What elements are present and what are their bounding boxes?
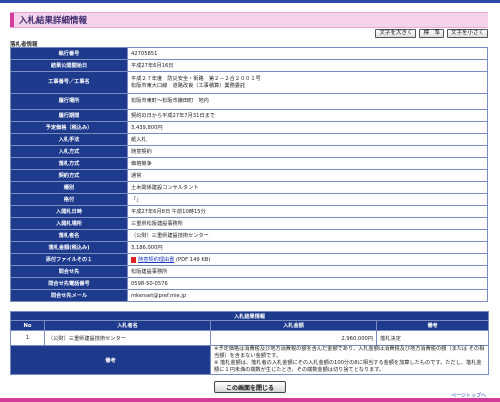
detail-value: 平成２７年度 防災安全・街路 第２－２合２００１号 松阪市東大口線 道路改良（工事… bbox=[127, 71, 488, 94]
detail-label: 問合せ先 bbox=[10, 265, 128, 278]
detail-label: 履行場所 bbox=[10, 93, 128, 110]
cell-no: 1 bbox=[10, 330, 45, 346]
detail-row: 結果公開開始日 平成27年6月16日 bbox=[10, 59, 488, 72]
detail-value: 平成27年6月16日 bbox=[127, 59, 488, 72]
detail-label: 入札方式 bbox=[10, 145, 128, 158]
detail-row: 履行場所 松阪市東町～松阪市鎌田町 地内 bbox=[10, 93, 488, 110]
detail-label: 執行番号 bbox=[10, 47, 128, 60]
detail-label: 履行期間 bbox=[10, 109, 128, 122]
detail-label: 問合せ先メール bbox=[10, 289, 128, 302]
project-number: 平成２７年度 防災安全・街路 第２－２合２００１号 bbox=[131, 75, 261, 82]
table-row: 1 （公財）三重県建設技術センター 2,960,000円 落札決定 bbox=[10, 330, 490, 346]
detail-label: 格付 bbox=[10, 193, 128, 206]
detail-row: 種別 土木関係建設コンサルタント bbox=[10, 181, 488, 194]
detail-label: 入札手法 bbox=[10, 133, 128, 146]
bid-results-table: 入札結果情報 No 入札者名 入札金額 備考 1 （公財）三重県建設技術センター… bbox=[9, 311, 490, 375]
detail-value: 契約の日から平成27年7月31日まで bbox=[127, 109, 488, 122]
detail-row: 問合せ先 松阪建設事務所 bbox=[10, 265, 488, 278]
detail-label: 落札者名 bbox=[10, 229, 128, 242]
bottom-accent-line bbox=[0, 398, 500, 402]
detail-value: 三重県松阪建設事務所 bbox=[127, 217, 488, 230]
pdf-icon bbox=[131, 256, 136, 263]
detail-value: （公財）三重県建設技術センター bbox=[127, 229, 488, 242]
detail-row: 予定価格（税込み） 3,439,800円 bbox=[10, 121, 488, 134]
detail-row: 添付ファイルその１ 随意契約理由書 (PDF 149 KB) bbox=[10, 253, 488, 266]
page-title-bar: 入札結果詳細情報 bbox=[10, 12, 488, 28]
detail-value: 通常 bbox=[127, 169, 488, 182]
detail-value: 紙入札 bbox=[127, 133, 488, 146]
detail-row: 入開札場所 三重県松阪建設事務所 bbox=[10, 217, 488, 230]
note-line: ※ 落札金額は、落札者の入札金額にその入札金額の100分の8に相当する金額を加算… bbox=[214, 360, 482, 373]
note-row: 備考 ※予定価格は消費税及び地方消費税の額を含んだ金額であり、入札金額は消費税及… bbox=[10, 345, 490, 375]
note-line: ※予定価格は消費税及び地方消費税の額を含んだ金額であり、入札金額は消費税及び地方… bbox=[214, 346, 485, 359]
detail-row: 格付 「」 bbox=[10, 193, 488, 206]
detail-value: 松阪建設事務所 bbox=[127, 265, 488, 278]
detail-label: 落札方式 bbox=[10, 157, 128, 170]
attachment-link[interactable]: 随意契約理由書 bbox=[138, 257, 174, 263]
detail-label: 工事番号／工事名 bbox=[10, 71, 128, 94]
detail-value: 松阪市東町～松阪市鎌田町 地内 bbox=[127, 93, 488, 110]
detail-value: 随意契約 bbox=[127, 145, 488, 158]
detail-value: 価格競争 bbox=[127, 157, 488, 170]
detail-value: 随意契約理由書 (PDF 149 KB) bbox=[127, 253, 488, 266]
project-name: 松阪市東大口線 道路改良（工事積算）業務委託 bbox=[131, 82, 246, 89]
detail-value: mkenset@pref.mie.jp bbox=[127, 289, 488, 302]
top-accent-line bbox=[0, 0, 500, 3]
results-header-row: No 入札者名 入札金額 備考 bbox=[10, 320, 490, 331]
col-header-amount: 入札金額 bbox=[210, 320, 377, 331]
font-smaller-button[interactable]: 文字を小さく bbox=[446, 29, 488, 38]
detail-label: 添付ファイルその１ bbox=[10, 253, 128, 266]
col-header-no: No bbox=[10, 320, 45, 331]
detail-row: 契約方式 通常 bbox=[10, 169, 488, 182]
close-window-button[interactable]: この画面を閉じる bbox=[214, 381, 286, 393]
detail-label: 入開札場所 bbox=[10, 217, 128, 230]
detail-row: 執行番号 42705851 bbox=[10, 47, 488, 60]
font-standard-button[interactable]: 標 準 bbox=[419, 29, 444, 38]
detail-row: 問合せ先電話番号 0598-50-0576 bbox=[10, 277, 488, 290]
winner-detail-table: 執行番号 42705851 結果公開開始日 平成27年6月16日 工事番号／工事名平… bbox=[10, 47, 488, 302]
detail-row: 入札手法 紙入札 bbox=[10, 133, 488, 146]
detail-label: 問合せ先電話番号 bbox=[10, 277, 128, 290]
detail-row: 問合せ先メール mkenset@pref.mie.jp bbox=[10, 289, 488, 302]
cell-bidder: （公財）三重県建設技術センター bbox=[44, 330, 211, 346]
note-label: 備考 bbox=[10, 345, 211, 375]
detail-row: 入札方式 随意契約 bbox=[10, 145, 488, 158]
detail-row: 落札者名 （公財）三重県建設技術センター bbox=[10, 229, 488, 242]
cell-remarks: 落札決定 bbox=[375, 330, 490, 346]
col-header-remarks: 備考 bbox=[375, 320, 490, 331]
col-header-bidder: 入札者名 bbox=[44, 320, 211, 331]
detail-value: 0598-50-0576 bbox=[127, 277, 488, 290]
detail-value: 42705851 bbox=[127, 47, 488, 60]
detail-value: 3,186,000円 bbox=[127, 241, 488, 254]
font-larger-button[interactable]: 文字を大きく bbox=[375, 29, 417, 38]
detail-label: 種別 bbox=[10, 181, 128, 194]
detail-label: 入開札日時 bbox=[10, 205, 128, 218]
detail-value: 3,439,800円 bbox=[127, 121, 488, 134]
detail-row: 履行期間 契約の日から平成27年7月31日まで bbox=[10, 109, 488, 122]
detail-label: 結果公開開始日 bbox=[10, 59, 128, 72]
cell-amount: 2,960,000円 bbox=[210, 330, 377, 346]
detail-value: 「」 bbox=[127, 193, 488, 206]
detail-row: 入開札日時 平成27年6月8日 午前10時15分 bbox=[10, 205, 488, 218]
detail-row: 落札金額(税込み) 3,186,000円 bbox=[10, 241, 488, 254]
results-caption-row: 入札結果情報 bbox=[9, 311, 490, 321]
detail-label: 予定価格（税込み） bbox=[10, 121, 128, 134]
attachment-size: (PDF 149 KB) bbox=[175, 257, 211, 263]
detail-value: 平成27年6月8日 午前10時15分 bbox=[127, 205, 488, 218]
note-text: ※予定価格は消費税及び地方消費税の額を含んだ金額であり、入札金額は消費税及び地方… bbox=[209, 345, 490, 375]
detail-label: 落札金額(税込み) bbox=[10, 241, 128, 254]
page-title: 入札結果詳細情報 bbox=[19, 16, 88, 26]
detail-row: 工事番号／工事名 平成２７年度 防災安全・街路 第２－２合２００１号 松阪市東大口線… bbox=[10, 71, 488, 94]
detail-value: 土木関係建設コンサルタント bbox=[127, 181, 488, 194]
results-caption: 入札結果情報 bbox=[9, 311, 490, 321]
font-size-controls: 文字を大きく 標 準 文字を小さく bbox=[375, 29, 488, 38]
title-marker bbox=[10, 13, 14, 27]
detail-row: 落札方式 価格競争 bbox=[10, 157, 488, 170]
detail-label: 契約方式 bbox=[10, 169, 128, 182]
